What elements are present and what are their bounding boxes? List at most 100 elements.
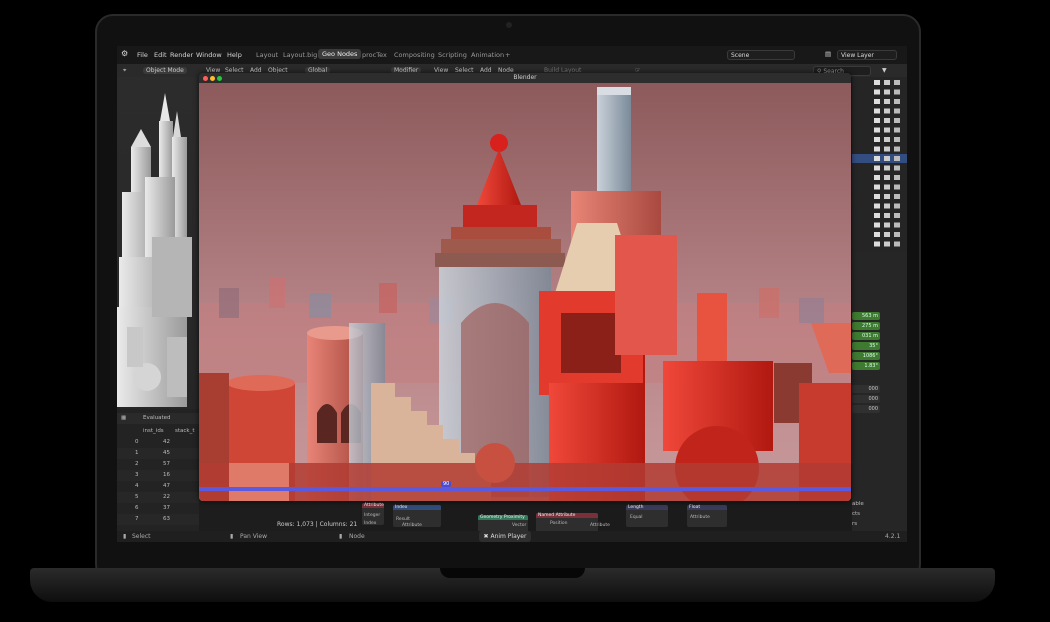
tab-layout[interactable]: Layout bbox=[256, 51, 278, 59]
transform-value-field[interactable]: 1086° bbox=[852, 352, 880, 360]
tab-layout-big[interactable]: Layout.big bbox=[283, 51, 317, 59]
visibility-icon[interactable] bbox=[874, 203, 880, 209]
visibility-icon[interactable] bbox=[884, 165, 890, 171]
evaluated-dropdown[interactable]: Evaluated bbox=[143, 415, 171, 421]
visibility-icon[interactable] bbox=[894, 241, 900, 247]
editor-type-icon[interactable]: ⌖ bbox=[123, 67, 126, 75]
visibility-icon[interactable] bbox=[894, 194, 900, 199]
close-icon[interactable]: ✖ bbox=[484, 533, 489, 540]
visibility-icon[interactable] bbox=[894, 108, 900, 114]
visibility-icon[interactable] bbox=[894, 184, 900, 190]
visibility-icon[interactable] bbox=[874, 213, 880, 218]
visibility-icon[interactable] bbox=[894, 175, 900, 180]
current-frame-indicator[interactable]: 90 bbox=[441, 481, 452, 487]
spreadsheet-icon[interactable]: ▦ bbox=[121, 415, 126, 421]
outliner-row[interactable] bbox=[874, 137, 900, 142]
tab-animation[interactable]: Animation bbox=[471, 51, 504, 59]
visibility-icon[interactable] bbox=[884, 156, 890, 161]
visibility-icon[interactable] bbox=[884, 127, 890, 133]
menu-render[interactable]: Render bbox=[170, 51, 193, 59]
visibility-icon[interactable] bbox=[874, 89, 880, 95]
outliner-row[interactable] bbox=[874, 194, 900, 199]
visibility-icon[interactable] bbox=[884, 89, 890, 95]
scale-value-field[interactable]: 000 bbox=[852, 395, 880, 403]
visibility-icon[interactable] bbox=[894, 80, 900, 85]
node-editor[interactable]: Attribute Index Geometry Proximity Named At… bbox=[360, 501, 852, 537]
visibility-icon[interactable] bbox=[884, 108, 890, 114]
render-window-titlebar[interactable]: Blender bbox=[199, 73, 851, 83]
visibility-icon[interactable] bbox=[884, 118, 890, 123]
visibility-icon[interactable] bbox=[894, 137, 900, 142]
visibility-icon[interactable] bbox=[894, 156, 900, 161]
visibility-icon[interactable] bbox=[894, 127, 900, 133]
visibility-icon[interactable] bbox=[874, 99, 880, 104]
visibility-icon[interactable] bbox=[874, 127, 880, 133]
visibility-icon[interactable] bbox=[874, 165, 880, 171]
outliner-row[interactable] bbox=[874, 222, 900, 228]
outliner-row[interactable] bbox=[874, 118, 900, 123]
outliner-row[interactable] bbox=[874, 146, 900, 152]
outliner-row[interactable] bbox=[874, 184, 900, 190]
visibility-icon[interactable] bbox=[874, 146, 880, 152]
outliner-row[interactable] bbox=[874, 165, 900, 171]
visibility-icon[interactable] bbox=[894, 232, 900, 237]
visibility-icon[interactable] bbox=[874, 108, 880, 114]
visibility-icon[interactable] bbox=[894, 99, 900, 104]
outliner-row[interactable] bbox=[874, 232, 900, 237]
visibility-icon[interactable] bbox=[874, 118, 880, 123]
tab-proctex[interactable]: procTex bbox=[362, 51, 387, 59]
visibility-icon[interactable] bbox=[874, 232, 880, 237]
visibility-icon[interactable] bbox=[874, 184, 880, 190]
add-workspace-button[interactable]: + bbox=[505, 51, 510, 59]
visibility-icon[interactable] bbox=[884, 232, 890, 237]
tab-compositing[interactable]: Compositing bbox=[394, 51, 435, 59]
anim-player-button[interactable]: ✖ Anim Player bbox=[479, 531, 531, 542]
visibility-icon[interactable] bbox=[874, 156, 880, 161]
visibility-icon[interactable] bbox=[884, 99, 890, 104]
visibility-icon[interactable] bbox=[894, 213, 900, 218]
outliner-row[interactable] bbox=[874, 99, 900, 104]
visibility-icon[interactable] bbox=[894, 165, 900, 171]
visibility-icon[interactable] bbox=[894, 146, 900, 152]
outliner-row[interactable] bbox=[874, 175, 900, 180]
visibility-icon[interactable] bbox=[884, 184, 890, 190]
left-3d-viewport[interactable] bbox=[117, 77, 199, 409]
tab-scripting[interactable]: Scripting bbox=[438, 51, 467, 59]
transform-value-field[interactable]: 1.83° bbox=[852, 362, 880, 370]
visibility-icon[interactable] bbox=[874, 175, 880, 180]
close-icon[interactable] bbox=[203, 75, 208, 81]
menu-file[interactable]: File bbox=[137, 51, 148, 59]
transform-value-field[interactable]: 275 m bbox=[852, 322, 880, 330]
scale-value-field[interactable]: 000 bbox=[852, 385, 880, 393]
visibility-icon[interactable] bbox=[884, 222, 890, 228]
visibility-icon[interactable] bbox=[884, 194, 890, 199]
transform-value-field[interactable]: 031 m bbox=[852, 332, 880, 340]
outliner-row[interactable] bbox=[852, 154, 907, 163]
visibility-icon[interactable] bbox=[874, 137, 880, 142]
visibility-icon[interactable] bbox=[874, 80, 880, 85]
visibility-icon[interactable] bbox=[884, 241, 890, 247]
visibility-icon[interactable] bbox=[884, 137, 890, 142]
visibility-icon[interactable] bbox=[884, 80, 890, 85]
menu-edit[interactable]: Edit bbox=[154, 51, 167, 59]
visibility-icon[interactable] bbox=[874, 194, 880, 199]
outliner-row[interactable] bbox=[874, 127, 900, 133]
view-layer-selector[interactable]: View Layer bbox=[837, 50, 897, 60]
minimize-icon[interactable] bbox=[210, 75, 215, 81]
timeline-bar[interactable] bbox=[199, 487, 851, 491]
visibility-icon[interactable] bbox=[874, 241, 880, 247]
filter-icon[interactable]: ▼ bbox=[882, 67, 887, 74]
visibility-icon[interactable] bbox=[884, 146, 890, 152]
visibility-icon[interactable] bbox=[874, 222, 880, 228]
scene-selector[interactable]: Scene bbox=[727, 50, 795, 60]
visibility-icon[interactable] bbox=[894, 89, 900, 95]
outliner-row[interactable] bbox=[874, 89, 900, 95]
object-mode-dropdown[interactable]: Object Mode bbox=[143, 67, 187, 74]
outliner-row[interactable] bbox=[874, 213, 900, 218]
visibility-icon[interactable] bbox=[884, 213, 890, 218]
transform-value-field[interactable]: 35° bbox=[852, 342, 880, 350]
visibility-icon[interactable] bbox=[894, 222, 900, 228]
transform-value-field[interactable]: 563 m bbox=[852, 312, 880, 320]
outliner-row[interactable] bbox=[874, 80, 900, 85]
outliner-row[interactable] bbox=[874, 108, 900, 114]
